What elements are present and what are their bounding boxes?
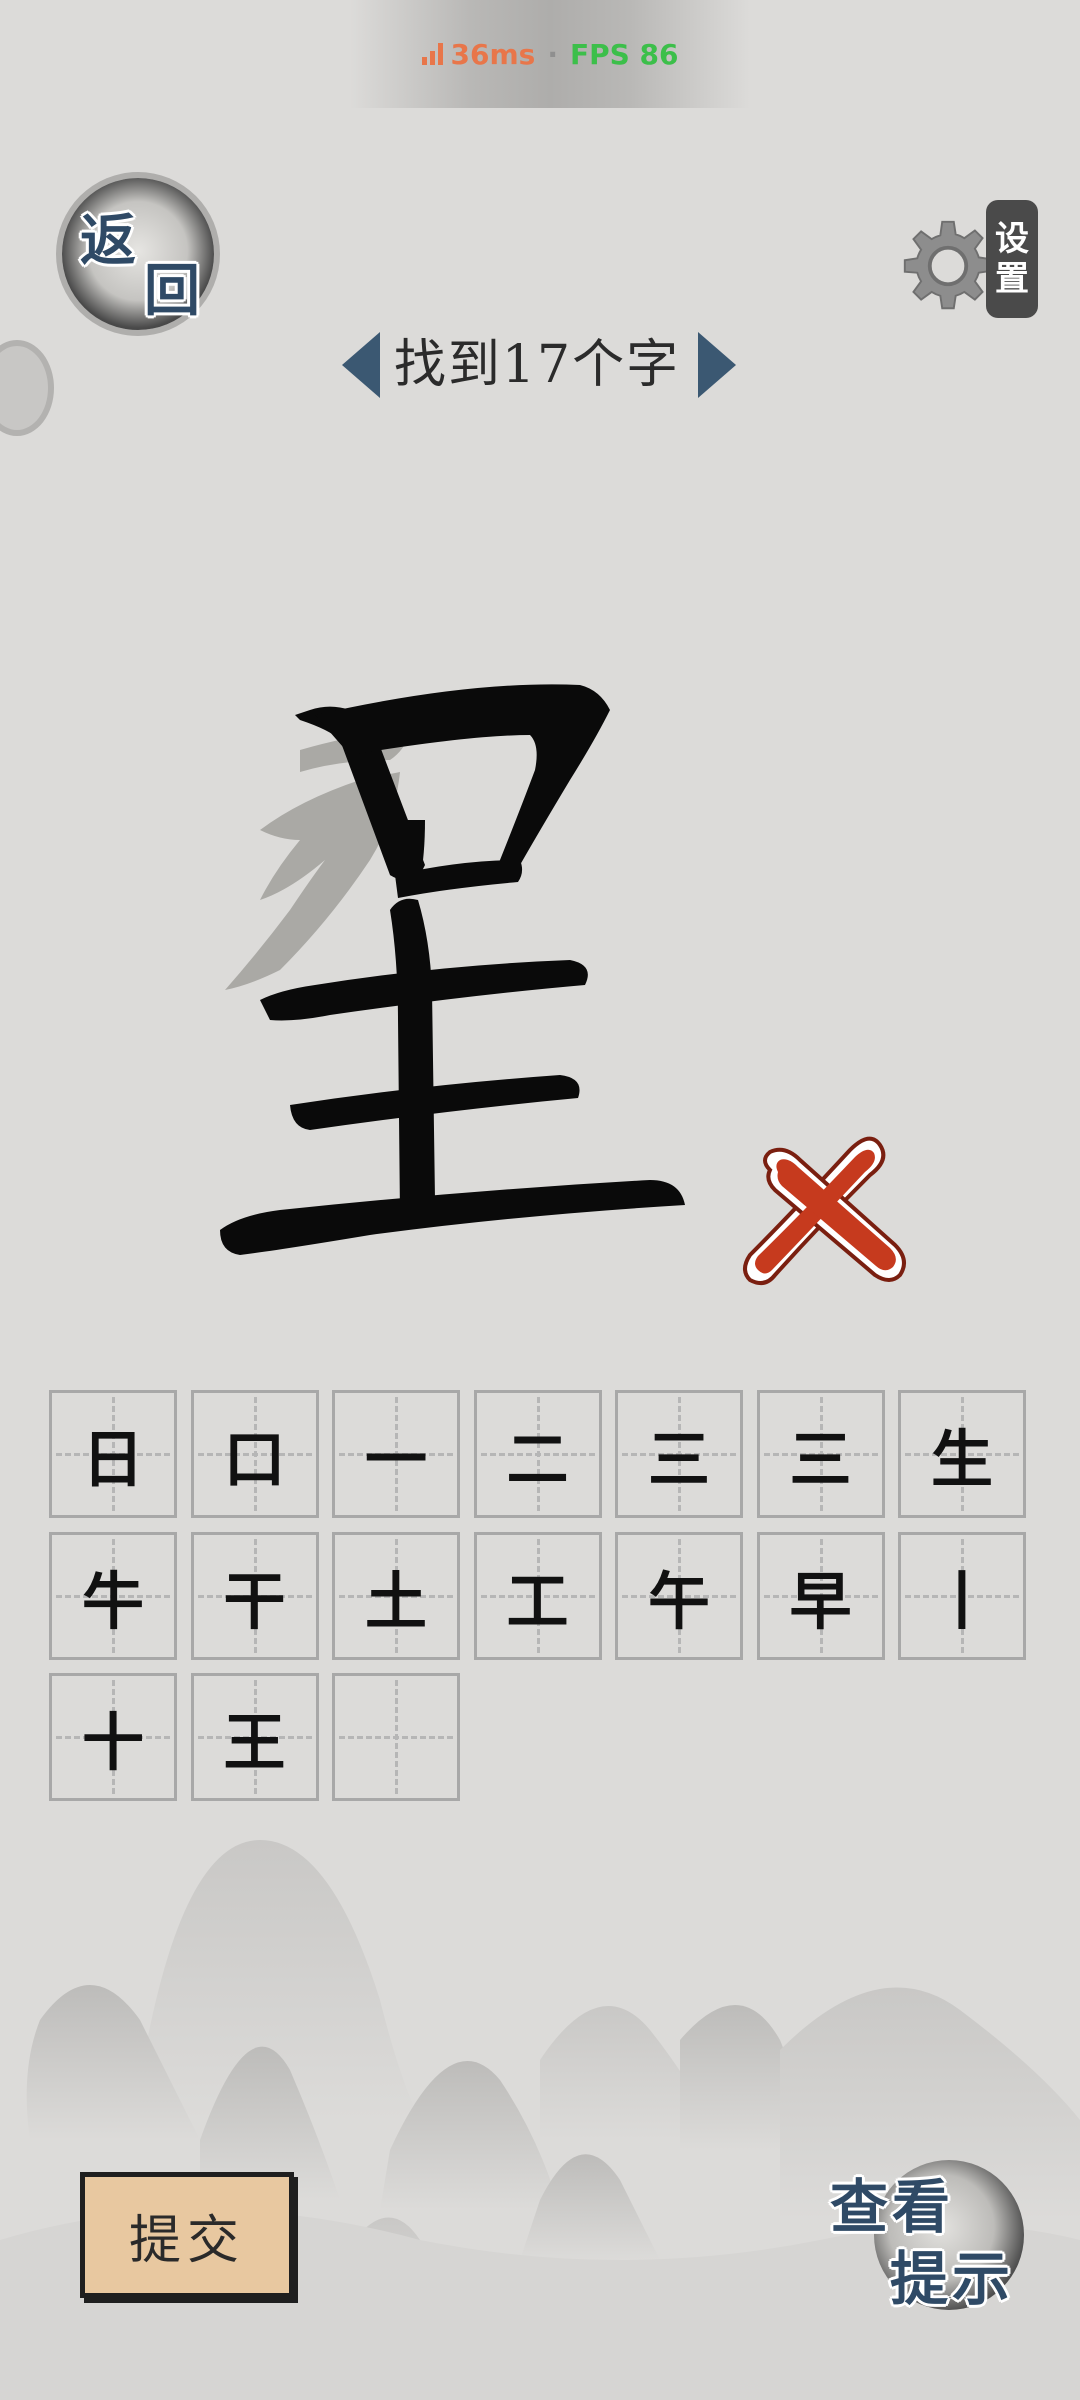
wrong-mark-icon [743, 1136, 906, 1286]
answer-cell: 一 [332, 1390, 460, 1518]
answer-cell: 生 [898, 1390, 1026, 1518]
answer-cell: 王 [190, 1673, 319, 1801]
answer-cell: 丨 [898, 1531, 1026, 1660]
answer-cell-character: 十 [81, 1706, 144, 1779]
signal-bars-icon [421, 43, 443, 65]
answer-cell: 口 [190, 1390, 319, 1518]
answer-cell-character: 口 [223, 1423, 286, 1496]
floating-assistant-bubble[interactable] [0, 340, 54, 436]
target-character-strokes [220, 684, 685, 1255]
answer-cell: 三 [756, 1390, 885, 1518]
answer-cell [332, 1673, 460, 1801]
separator-dot: · [547, 37, 558, 71]
answer-cell: 工 [473, 1531, 602, 1660]
answer-cell-character: 一 [364, 1423, 427, 1496]
answer-cell: 土 [332, 1531, 460, 1660]
answer-cell-character: 土 [364, 1564, 427, 1638]
answer-cell: 二 [473, 1390, 602, 1518]
target-character-stage[interactable] [220, 660, 760, 1260]
level-title: 找到17个字 [393, 335, 681, 395]
fps-text: FPS 86 [569, 37, 679, 71]
next-arrow-icon[interactable] [698, 332, 736, 398]
answer-cell-character: 日 [81, 1423, 144, 1496]
answer-cell-character: 二 [506, 1423, 569, 1496]
answer-cell-character: 王 [223, 1706, 286, 1779]
answer-cell-character: 三 [789, 1423, 852, 1496]
hint-label-bottom: 提示 [890, 2245, 1015, 2313]
settings-label-bottom: 置 [995, 259, 1029, 299]
gear-icon [903, 220, 993, 310]
answer-cell-character: 三 [647, 1423, 710, 1496]
answer-cell-character: 生 [930, 1423, 993, 1496]
settings-label: 设 置 [986, 200, 1038, 318]
found-characters-grid: 日 口 一 二 三 三 生牛 干 土 工 午 早 丨十 王 [49, 1390, 1031, 1810]
answer-cell: 早 [756, 1531, 885, 1660]
settings-label-top: 设 [995, 219, 1029, 259]
answer-cell-character: 丨 [930, 1564, 993, 1638]
answer-cell: 干 [190, 1531, 319, 1660]
answer-cell: 牛 [49, 1531, 177, 1660]
answer-cell-character: 干 [223, 1564, 286, 1638]
hint-button[interactable]: 查看 提示 [830, 2160, 1030, 2320]
answer-cell-character: 早 [789, 1564, 852, 1638]
answer-cell-character: 午 [647, 1564, 710, 1638]
answer-cell: 午 [615, 1531, 743, 1660]
latency-text: 36ms [450, 37, 536, 71]
back-button[interactable]: 返 回 [62, 178, 214, 330]
answer-cell-character: 牛 [81, 1564, 144, 1638]
settings-button[interactable]: 设 置 [900, 200, 1040, 320]
submit-button[interactable]: 提交 [80, 2172, 294, 2298]
answer-cell: 三 [615, 1390, 743, 1518]
performance-overlay: 36ms · FPS 86 [350, 0, 750, 108]
answer-cell: 十 [49, 1673, 177, 1801]
answer-cell: 日 [49, 1390, 177, 1518]
answer-cell-character: 工 [506, 1564, 569, 1638]
back-label-bottom: 回 [144, 258, 200, 324]
previous-arrow-icon[interactable] [342, 332, 380, 398]
back-label-top: 返 [80, 208, 136, 274]
level-title-bar: 找到17个字 [340, 330, 740, 400]
answer-cell-character [335, 1676, 457, 1798]
